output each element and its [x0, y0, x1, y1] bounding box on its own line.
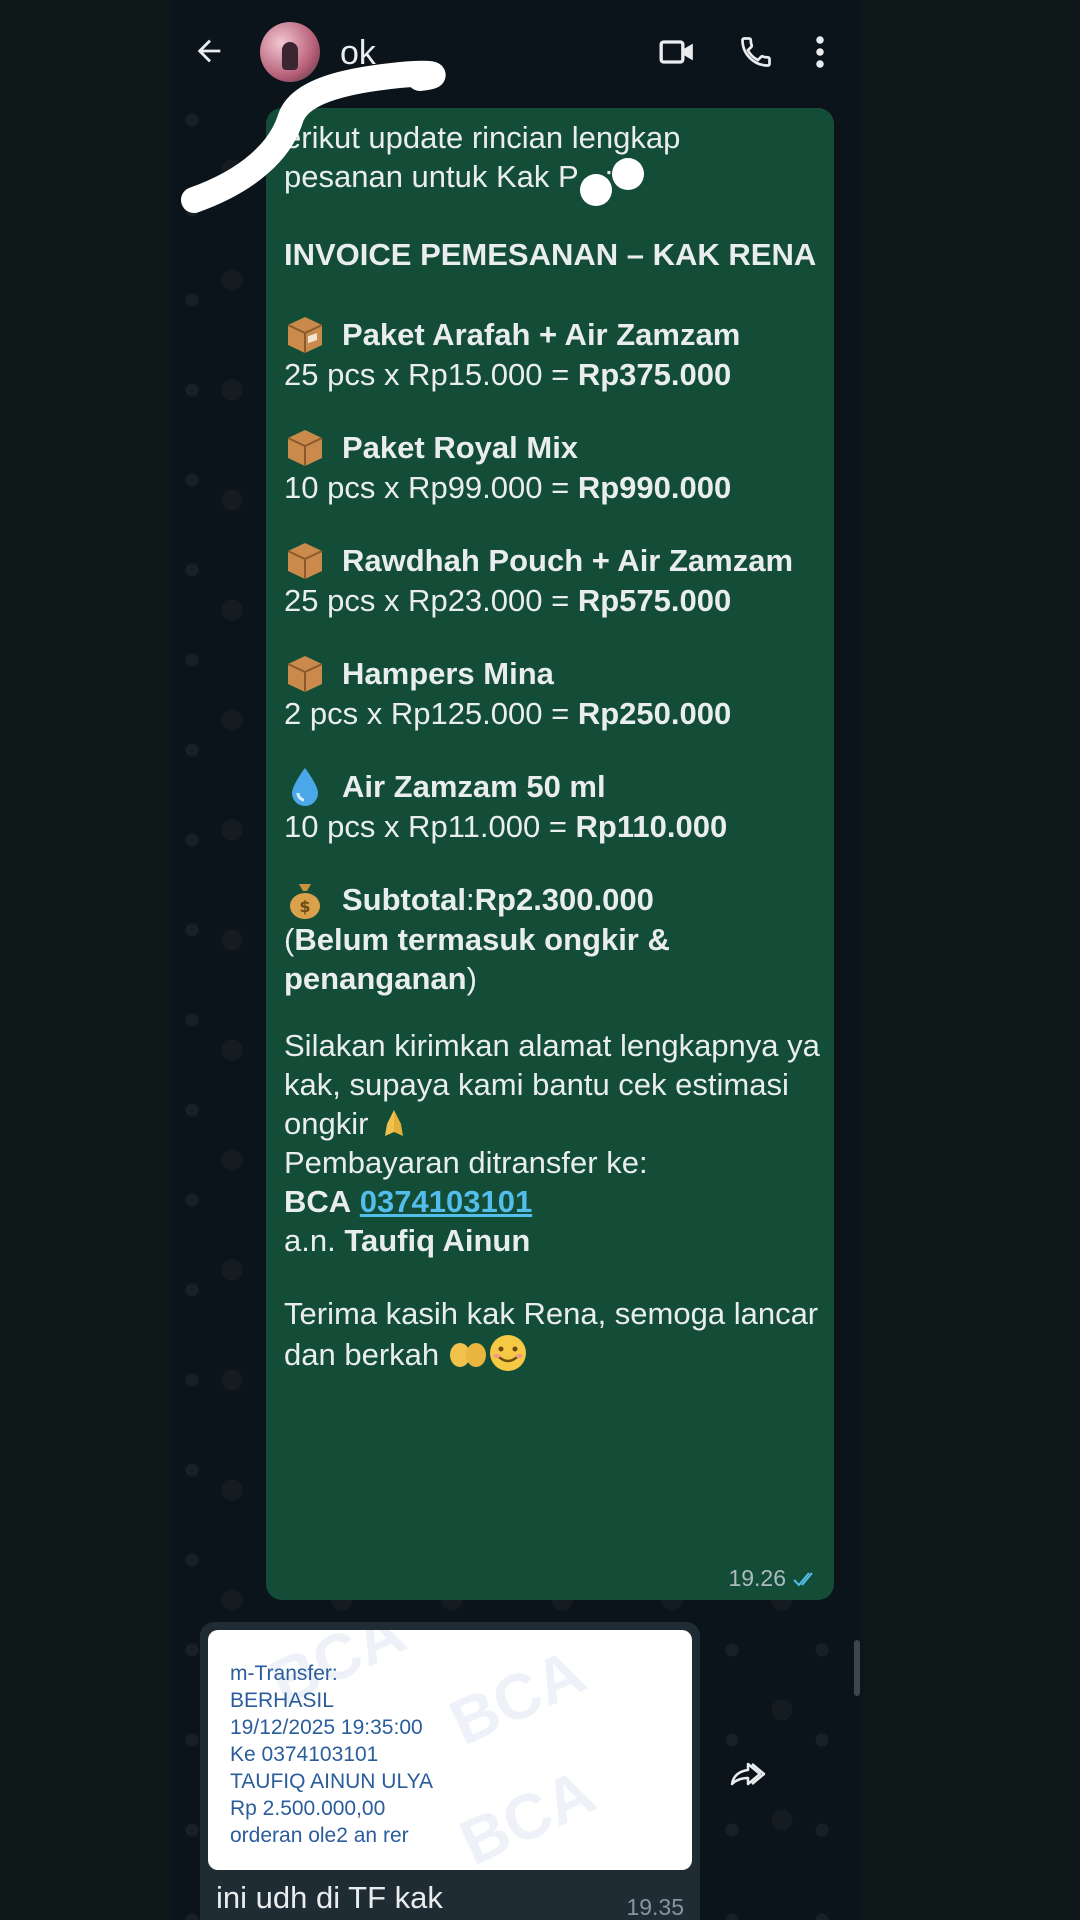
bank-line: BCA 0374103101	[284, 1182, 824, 1221]
shipping-note: (Belum termasuk ongkir & penanganan)	[284, 920, 824, 998]
item-name: Rawdhah Pouch + Air Zamzam	[342, 542, 794, 578]
receipt-text: m-Transfer: BERHASIL 19/12/2025 19:35:00…	[230, 1660, 433, 1849]
receipt-line: m-Transfer:	[230, 1662, 338, 1685]
folded-hands-emoji-icon	[377, 1106, 411, 1140]
request-text: Silakan kirimkan alamat lengkapnya ya ka…	[284, 1026, 824, 1143]
bank-name: BCA	[284, 1184, 352, 1219]
more-vertical-icon	[816, 36, 824, 68]
message-time: 19.35	[626, 1894, 684, 1920]
receipt-line: BERHASIL	[230, 1689, 334, 1712]
contact-name[interactable]: ok	[340, 34, 376, 73]
item-name: Paket Royal Mix	[342, 429, 579, 465]
note-bold: Belum termasuk ongkir & penanganan	[284, 922, 670, 996]
forward-icon	[730, 1762, 766, 1786]
incoming-message-bubble[interactable]: BCA BCA BCA m-Transfer: BERHASIL 19/12/2…	[200, 1622, 700, 1920]
package-emoji-icon	[284, 313, 326, 355]
subtotal-label: Subtotal	[342, 881, 466, 917]
message-meta: 19.26	[728, 1565, 820, 1592]
message-caption: ini udh di TF kak	[216, 1880, 443, 1915]
item-name: Hampers Mina	[342, 655, 554, 691]
receipt-watermark: BCA	[449, 1755, 606, 1870]
invoice-title: INVOICE PEMESANAN – KAK RENA	[284, 237, 817, 272]
note-close: )	[466, 961, 477, 996]
closing-text-content: Terima kasih kak Rena, semoga lancar dan…	[284, 1296, 819, 1372]
package-emoji-icon	[284, 539, 326, 581]
video-call-button[interactable]	[652, 30, 702, 74]
voice-call-button[interactable]	[734, 30, 778, 74]
item-total: Rp990.000	[577, 470, 732, 505]
intro-line-2: pesanan untuk Kak P	[284, 159, 579, 194]
item-total: Rp375.000	[577, 357, 732, 392]
receipt-line: orderan ole2 an rer	[230, 1824, 409, 1847]
smiling-face-emoji-icon	[488, 1333, 528, 1373]
back-button[interactable]	[186, 28, 232, 74]
item-calc: 10 pcs x Rp11.000 =	[284, 809, 576, 844]
subtotal-separator: :	[466, 881, 475, 917]
item-calc: 25 pcs x Rp23.000 =	[284, 583, 578, 618]
hands-emoji-icon	[448, 1337, 488, 1371]
bank-account-link[interactable]: 0374103101	[360, 1184, 532, 1219]
invoice-item: Rawdhah Pouch + Air Zamzam 25 pcs x Rp23…	[284, 539, 824, 620]
item-calc: 25 pcs x Rp15.000 =	[284, 357, 578, 392]
droplet-emoji-icon	[284, 765, 326, 807]
subtotal-line: $ Subtotal: Rp2.300.000	[284, 878, 824, 920]
item-total: Rp110.000	[575, 809, 728, 844]
avatar[interactable]	[260, 22, 320, 82]
item-name: Air Zamzam 50 ml	[342, 768, 606, 804]
receipt-line: Ke 0374103101	[230, 1743, 379, 1766]
subtotal-value: Rp2.300.000	[474, 881, 654, 917]
phone-icon	[741, 37, 771, 67]
package-emoji-icon	[284, 652, 326, 694]
video-camera-icon	[659, 40, 693, 64]
chat-screen: ok erikut update rincian lengkap pesanan…	[172, 0, 862, 1920]
holder-prefix: a.n.	[284, 1223, 345, 1258]
note-open: (	[284, 922, 295, 957]
forward-button[interactable]	[718, 1748, 774, 1804]
chat-header: ok	[172, 0, 862, 100]
transfer-receipt-image[interactable]: BCA BCA BCA m-Transfer: BERHASIL 19/12/2…	[208, 1630, 692, 1870]
outgoing-message-bubble[interactable]: erikut update rincian lengkap pesanan un…	[266, 108, 834, 1600]
receipt-line: Rp 2.500.000,00	[230, 1797, 386, 1820]
receipt-line: TAUFIQ AINUN ULYA	[230, 1770, 434, 1793]
invoice-item: Paket Royal Mix 10 pcs x Rp99.000 = Rp99…	[284, 426, 824, 507]
receipt-watermark: BCA	[439, 1635, 596, 1759]
account-holder: Taufiq Ainun	[344, 1223, 531, 1258]
redaction-dots	[580, 158, 644, 206]
invoice-item: Paket Arafah + Air Zamzam 25 pcs x Rp15.…	[284, 313, 824, 394]
more-options-button[interactable]	[808, 30, 832, 74]
message-text: erikut update rincian lengkap pesanan un…	[284, 118, 824, 1374]
payment-label: Pembayaran ditransfer ke:	[284, 1145, 648, 1180]
arrow-left-icon	[197, 39, 221, 63]
item-calc: 2 pcs x Rp125.000 =	[284, 696, 578, 731]
closing-text: Terima kasih kak Rena, semoga lancar dan…	[284, 1294, 824, 1374]
item-total: Rp250.000	[577, 696, 732, 731]
item-name: Paket Arafah + Air Zamzam	[342, 316, 741, 352]
item-total: Rp575.000	[577, 583, 732, 618]
double-check-read-icon	[793, 1571, 813, 1586]
scrollbar-thumb[interactable]	[854, 1640, 860, 1696]
item-calc: 10 pcs x Rp99.000 =	[284, 470, 578, 505]
money-bag-emoji-icon: $	[284, 878, 326, 920]
message-time: 19.26	[728, 1565, 786, 1591]
svg-text:$: $	[299, 897, 310, 916]
invoice-item: Air Zamzam 50 ml 10 pcs x Rp11.000 = Rp1…	[284, 765, 824, 846]
holder-line: a.n. Taufiq Ainun	[284, 1221, 824, 1260]
receipt-line: 19/12/2025 19:35:00	[230, 1716, 423, 1739]
invoice-item: Hampers Mina 2 pcs x Rp125.000 = Rp250.0…	[284, 652, 824, 733]
package-emoji-icon	[284, 426, 326, 468]
request-text-content: Silakan kirimkan alamat lengkapnya ya ka…	[284, 1028, 820, 1141]
